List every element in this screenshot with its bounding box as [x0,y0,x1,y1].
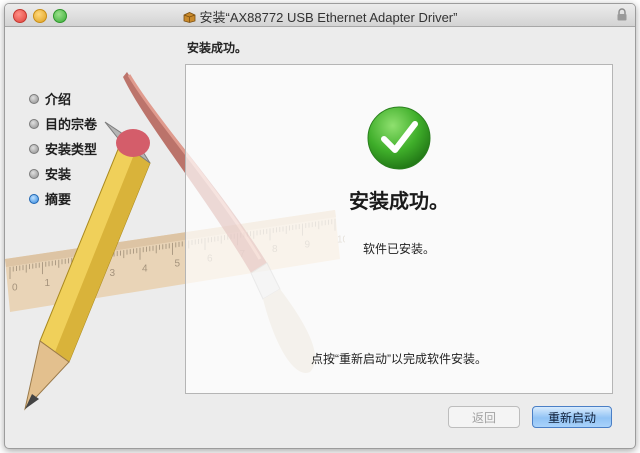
step-intro: 介绍 [29,86,97,111]
success-title: 安装成功。 [349,191,449,213]
restart-instruction: 点按“重新启动”以完成软件安装。 [311,352,487,366]
step-summary: 摘要 [29,186,97,211]
content-panel: 安装成功。 软件已安装。 点按“重新启动”以完成软件安装。 [185,64,613,394]
step-label: 安装 [45,167,72,182]
page-heading: 安装成功。 [187,41,248,55]
title-bar: 安装“AX88772 USB Ethernet Adapter Driver” [5,4,635,27]
step-install-type: 安装类型 [29,136,97,161]
ruler-mark-label: 3 [110,268,116,279]
step-bullet-icon [29,93,39,104]
success-subtitle: 软件已安装。 [362,242,435,256]
step-bullet-icon [29,118,39,129]
step-bullet-icon [29,143,39,154]
ruler-mark-label: 5 [175,259,181,270]
window-title: 安装“AX88772 USB Ethernet Adapter Driver” [199,10,458,25]
step-destination: 目的宗卷 [29,111,97,136]
ruler-mark-label: 1 [45,278,51,289]
checkmark-success-icon [367,106,431,170]
installer-window: 安装“AX88772 USB Ethernet Adapter Driver” … [4,3,636,449]
package-icon [183,12,195,23]
step-label: 目的宗卷 [45,117,98,132]
step-bullet-active-icon [29,193,39,204]
step-label: 介绍 [45,92,72,107]
step-label: 摘要 [45,192,72,207]
installer-steps: 介绍 目的宗卷 安装类型 安装 摘要 [29,86,97,211]
back-button[interactable]: 返回 [448,406,520,428]
restart-button[interactable]: 重新启动 [532,406,612,428]
lock-icon [617,8,627,21]
step-label: 安装类型 [45,142,98,157]
step-install: 安装 [29,161,97,186]
ruler-mark-label: 4 [142,263,148,274]
ruler-mark-label: 0 [12,283,18,294]
step-bullet-icon [29,168,39,179]
window-title-area: 安装“AX88772 USB Ethernet Adapter Driver” [5,7,635,26]
